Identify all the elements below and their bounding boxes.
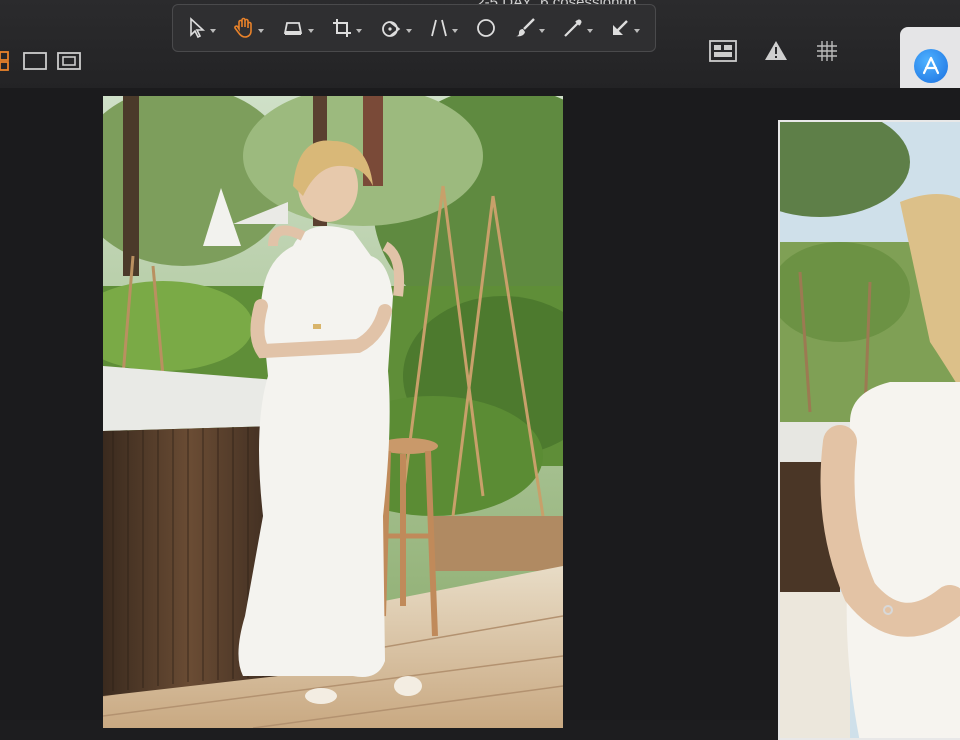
- app-store-icon: [914, 49, 948, 83]
- warning-icon[interactable]: [764, 39, 788, 63]
- spot-tool[interactable]: [471, 12, 501, 44]
- loupe-icon: [284, 22, 303, 35]
- main-photo[interactable]: [103, 96, 563, 728]
- toolbar: _2-5 DAY_6.cosessiondb: [0, 0, 960, 107]
- view-mode-group: [0, 50, 82, 72]
- picker-tool[interactable]: [558, 12, 597, 44]
- apply-tool[interactable]: [605, 12, 644, 44]
- grid-overlay-icon[interactable]: [814, 38, 840, 64]
- eyedropper-icon: [563, 19, 582, 37]
- select-tool[interactable]: [183, 12, 220, 44]
- brush-tool[interactable]: [510, 12, 549, 44]
- loupe-tool[interactable]: [277, 12, 318, 44]
- circle-icon: [476, 19, 495, 37]
- brush-icon: [515, 18, 535, 37]
- tool-group: [172, 4, 656, 52]
- compare-view-icon[interactable]: [56, 50, 82, 72]
- pan-tool[interactable]: [229, 12, 268, 44]
- crop-icon: [333, 19, 352, 37]
- rotate-icon: [382, 21, 401, 37]
- rotate-tool[interactable]: [375, 12, 416, 44]
- keystone-icon: [431, 19, 447, 37]
- keystone-tool[interactable]: [425, 12, 462, 44]
- single-view-icon[interactable]: [22, 50, 48, 72]
- hand-icon: [234, 17, 253, 38]
- layout-icon[interactable]: [708, 39, 738, 63]
- grid-view-icon[interactable]: [0, 50, 14, 72]
- crop-tool[interactable]: [327, 12, 366, 44]
- image-viewer: [0, 88, 960, 740]
- arrow-pointer-icon: [190, 17, 206, 39]
- right-toolbar: [708, 38, 840, 64]
- arrow-down-left-icon: [613, 20, 629, 35]
- side-photo[interactable]: [778, 120, 960, 740]
